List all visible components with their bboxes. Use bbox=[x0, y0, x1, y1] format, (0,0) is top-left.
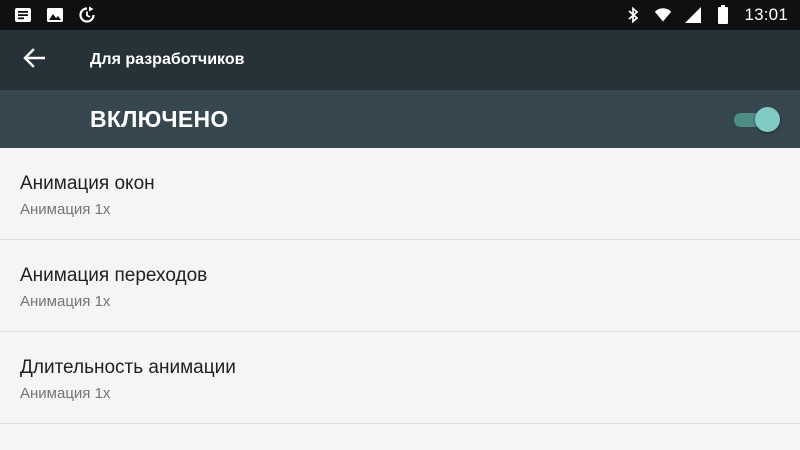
master-toggle-switch[interactable] bbox=[734, 107, 780, 133]
setting-summary: Анимация 1x bbox=[20, 201, 111, 218]
arrow-back-icon bbox=[23, 47, 46, 73]
status-bar-right: 13:01 bbox=[624, 0, 788, 30]
battery-icon bbox=[714, 5, 732, 24]
setting-summary: Анимация 1x bbox=[20, 293, 111, 310]
page-title: Для разработчиков bbox=[90, 51, 245, 68]
status-bar-left bbox=[14, 0, 96, 30]
signal-icon bbox=[684, 6, 702, 24]
setting-title: Анимация окон bbox=[20, 173, 155, 194]
back-button[interactable] bbox=[14, 42, 54, 78]
setting-title: Анимация переходов bbox=[20, 265, 208, 286]
image-icon bbox=[46, 6, 64, 24]
setting-window-animation[interactable]: Анимация окон Анимация 1x bbox=[0, 148, 800, 240]
switch-thumb bbox=[755, 107, 780, 132]
setting-animation-duration[interactable]: Длительность анимации Анимация 1x bbox=[0, 332, 800, 424]
wifi-icon bbox=[654, 6, 672, 24]
bluetooth-icon bbox=[624, 6, 642, 24]
setting-transition-animation[interactable]: Анимация переходов Анимация 1x bbox=[0, 240, 800, 332]
sync-icon bbox=[78, 6, 96, 24]
master-switch-bar[interactable]: ВКЛЮЧЕНО bbox=[0, 90, 800, 148]
setting-summary: Анимация 1x bbox=[20, 385, 111, 402]
notification-icon bbox=[14, 6, 32, 24]
toolbar: Для разработчиков bbox=[0, 30, 800, 90]
settings-list: Анимация окон Анимация 1x Анимация перех… bbox=[0, 148, 800, 424]
status-bar: 13:01 bbox=[0, 0, 800, 30]
developer-options-screen: 13:01 Для разработчиков ВКЛЮЧЕНО Анимаци… bbox=[0, 0, 800, 450]
master-switch-label: ВКЛЮЧЕНО bbox=[90, 106, 229, 132]
clock: 13:01 bbox=[744, 5, 788, 24]
setting-title: Длительность анимации bbox=[20, 357, 236, 378]
